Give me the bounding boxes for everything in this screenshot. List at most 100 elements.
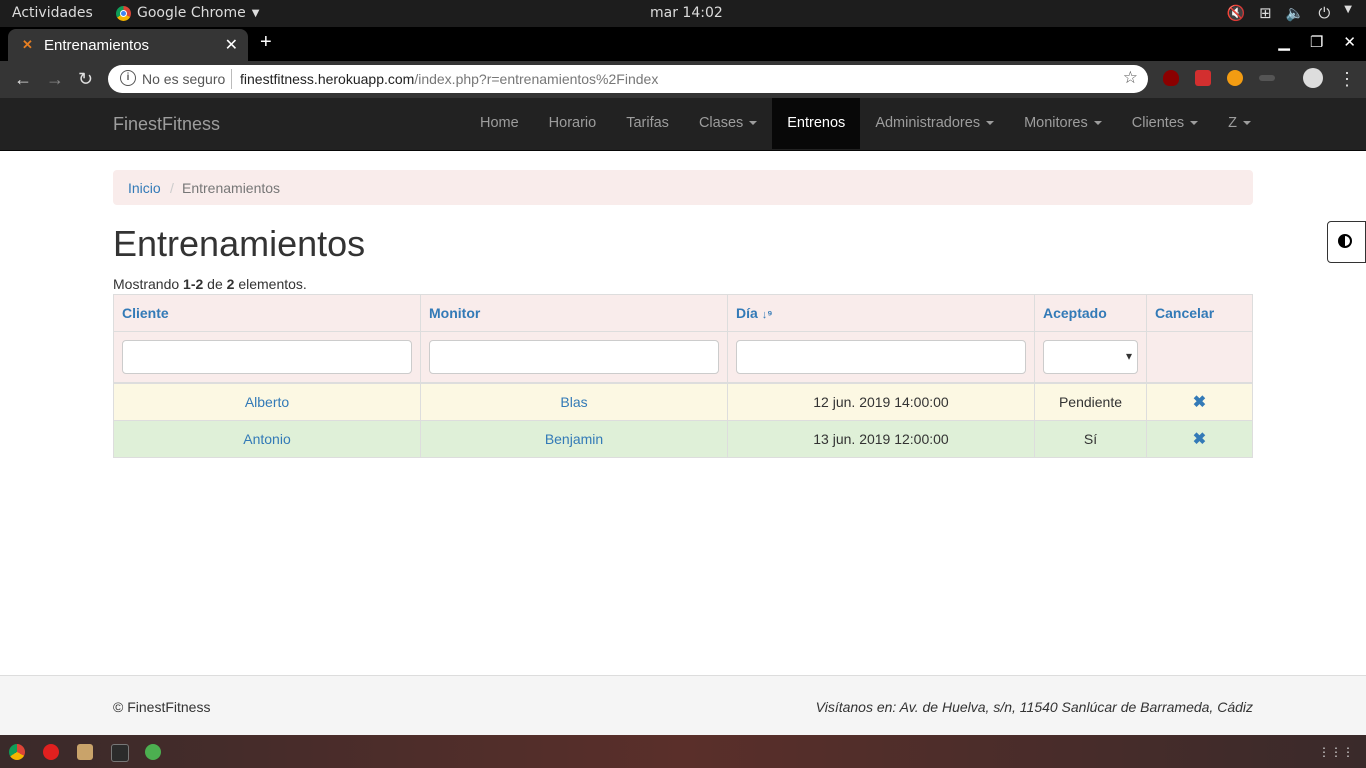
app-menu-label: Google Chrome [137, 5, 246, 21]
page-title: Entrenamientos [113, 223, 366, 264]
cancel-icon[interactable]: ✖ [1193, 431, 1206, 448]
nav-label: Z [1228, 115, 1251, 131]
security-label[interactable]: No es seguro [142, 71, 225, 87]
aceptado-filter-select[interactable] [1043, 340, 1138, 374]
restore-icon[interactable]: ❐ [1310, 33, 1323, 51]
window-controls: ▁ ❐ ✕ [1278, 33, 1356, 51]
breadcrumb-current: Entrenamientos [182, 180, 281, 196]
nav-label: Horario [548, 115, 597, 131]
app-menu[interactable]: Google Chrome ▼ [116, 5, 259, 21]
nav-label: Monitores [1024, 115, 1102, 131]
bookmark-star-icon[interactable]: ☆ [1123, 68, 1138, 88]
cancel-icon[interactable]: ✖ [1193, 394, 1206, 411]
tab-strip: ✕ Entrenamientos ✕ [0, 27, 1366, 61]
filter-cell [1146, 331, 1253, 384]
os-top-bar: Actividades Google Chrome ▼ mar 14:02 🔇 … [0, 0, 1366, 27]
cell-dia: 12 jun. 2019 14:00:00 [727, 382, 1035, 421]
page-footer: © FinestFitness Visítanos en: Av. de Hue… [0, 675, 1366, 736]
nav-horario[interactable]: Horario [534, 98, 612, 149]
nav-home[interactable]: Home [465, 98, 534, 149]
brand-link[interactable]: FinestFitness [113, 114, 220, 135]
activities-button[interactable]: Actividades [12, 5, 93, 21]
clock[interactable]: mar 14:02 [650, 5, 723, 21]
nav-label: Entrenos [787, 115, 846, 131]
dia-filter-input[interactable] [736, 340, 1026, 374]
ublock-icon[interactable] [1163, 70, 1179, 86]
info-icon[interactable]: i [120, 70, 136, 86]
nav-tarifas[interactable]: Tarifas [611, 98, 684, 149]
sort-ascending-icon: ↓⁹ [761, 309, 773, 321]
footer-copyright: © FinestFitness [113, 699, 211, 715]
nav-user-dropdown[interactable]: Z [1213, 98, 1266, 149]
cliente-filter-input[interactable] [122, 340, 412, 374]
extension-icon[interactable] [1259, 75, 1275, 81]
cell-cancelar: ✖ [1146, 420, 1253, 458]
cell-aceptado: Pendiente [1034, 382, 1147, 421]
cliente-link[interactable]: Alberto [245, 394, 289, 410]
app-dock-icon[interactable] [145, 744, 161, 760]
close-window-icon[interactable]: ✕ [1343, 33, 1356, 51]
menu-kebab-icon[interactable]: ⋮ [1338, 69, 1356, 90]
lastpass-icon[interactable] [1195, 70, 1211, 86]
profile-avatar[interactable] [1303, 68, 1323, 88]
nav-label: Home [479, 115, 519, 131]
extension-icon[interactable] [1227, 70, 1243, 86]
system-tray[interactable]: 🔇 ⊞ 🔈 ⏻ ▼ [1226, 4, 1352, 22]
col-dia-header[interactable]: Día ↓⁹ [727, 294, 1035, 332]
chevron-down-icon: ▼ [1344, 4, 1352, 15]
cell-aceptado: Sí [1034, 420, 1147, 458]
volume-icon: 🔈 [1285, 4, 1305, 22]
back-icon[interactable]: ← [14, 69, 32, 90]
cell-dia: 13 jun. 2019 12:00:00 [727, 420, 1035, 458]
divider [231, 69, 232, 89]
browser-tab[interactable]: ✕ Entrenamientos ✕ [8, 29, 248, 61]
url-path: /index.php?r=entrenamientos%2Findex [414, 71, 659, 87]
monitor-filter-input[interactable] [429, 340, 719, 374]
new-tab-button[interactable]: + [260, 31, 272, 54]
monitor-link[interactable]: Benjamin [545, 431, 603, 447]
table-row: Antonio Benjamin 13 jun. 2019 12:00:00 S… [113, 420, 1253, 458]
files-dock-icon[interactable] [77, 744, 93, 760]
tab-title: Entrenamientos [44, 37, 150, 54]
monitor-link[interactable]: Blas [560, 394, 587, 410]
col-cliente-header[interactable]: Cliente [113, 294, 421, 332]
contrast-toggle-button[interactable] [1327, 221, 1366, 263]
opera-dock-icon[interactable] [43, 744, 59, 760]
chrome-dock-icon[interactable] [9, 744, 25, 760]
browser-toolbar: ← → ↻ i No es seguro finestfitness.herok… [0, 61, 1366, 98]
column-label: Monitor [429, 305, 481, 321]
cell-monitor: Benjamin [420, 420, 728, 458]
forward-icon[interactable]: → [46, 69, 64, 90]
nav-entrenos[interactable]: Entrenos [772, 98, 861, 149]
breadcrumb-home-link[interactable]: Inicio [128, 180, 161, 196]
nav-menu: Home Horario Tarifas Clases Entrenos Adm… [465, 98, 1266, 149]
os-dock: ⋮⋮⋮ [0, 735, 1366, 768]
nav-administradores-dropdown[interactable]: Administradores [860, 98, 1009, 149]
address-bar[interactable]: i No es seguro finestfitness.herokuapp.c… [108, 65, 1148, 93]
nav-clases-dropdown[interactable]: Clases [684, 98, 772, 149]
url-text[interactable]: finestfitness.herokuapp.com/index.php?r=… [240, 71, 658, 87]
breadcrumb-separator: / [170, 180, 174, 196]
minimize-icon[interactable]: ▁ [1278, 33, 1290, 51]
site-navbar: FinestFitness Home Horario Tarifas Clase… [0, 98, 1366, 151]
results-summary: Mostrando 1-2 de 2 elementos. [113, 276, 307, 292]
nav-clientes-dropdown[interactable]: Clientes [1117, 98, 1213, 149]
close-tab-icon[interactable]: ✕ [225, 35, 238, 55]
terminal-dock-icon[interactable] [111, 744, 129, 762]
favicon-icon: ✕ [22, 37, 33, 52]
cliente-link[interactable]: Antonio [243, 431, 290, 447]
filter-cell [1034, 331, 1147, 384]
cell-cancelar: ✖ [1146, 382, 1253, 421]
reload-icon[interactable]: ↻ [78, 69, 93, 90]
chrome-icon [116, 5, 131, 21]
summary-range: 1-2 [183, 276, 204, 292]
cell-monitor: Blas [420, 382, 728, 421]
show-apps-icon[interactable]: ⋮⋮⋮ [1318, 745, 1354, 759]
power-icon: ⏻ [1318, 4, 1331, 22]
col-aceptado-header[interactable]: Aceptado [1034, 294, 1147, 332]
filter-row [113, 331, 1253, 384]
col-monitor-header[interactable]: Monitor [420, 294, 728, 332]
col-cancelar-header: Cancelar [1146, 294, 1253, 332]
nav-monitores-dropdown[interactable]: Monitores [1009, 98, 1117, 149]
column-label: Día [736, 305, 758, 321]
